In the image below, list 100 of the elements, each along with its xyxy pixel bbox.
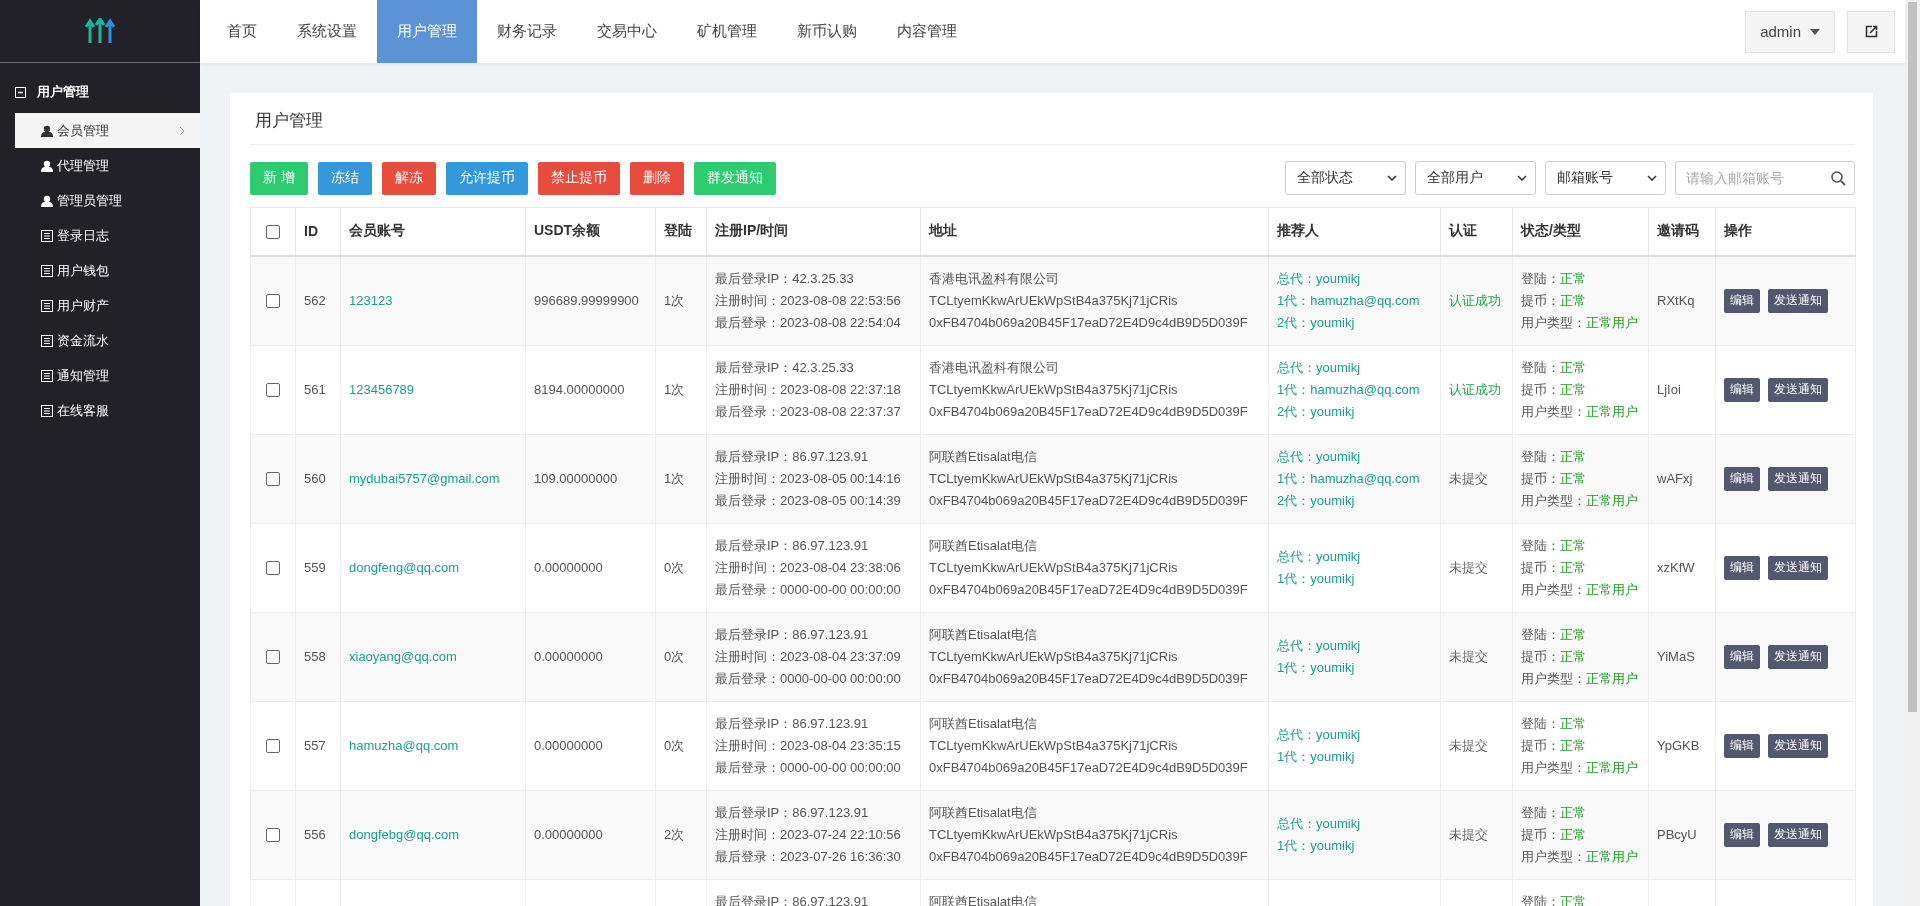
column-header: 地址 (929, 222, 957, 239)
status-value: 正常用户 (1586, 314, 1638, 330)
sidebar-group-header[interactable]: 用户管理 (0, 63, 200, 113)
status-label: 用户类型： (1521, 314, 1586, 330)
verification-status: 未提交 (1449, 737, 1488, 753)
filter-dropdown[interactable]: 全部用户 (1415, 161, 1536, 195)
action-button[interactable]: 删除 (629, 161, 684, 195)
address-line: 阿联酋Etisalat电信 (929, 803, 1038, 822)
sidebar-item[interactable]: 用户钱包 (15, 253, 200, 288)
referrer-line: 2代：youmikj (1277, 313, 1356, 332)
logout-button[interactable] (1847, 10, 1895, 53)
nav-tab[interactable]: 系统设置 (277, 0, 377, 63)
row-action-button[interactable]: 编辑 (1724, 377, 1760, 402)
referrer-line: 总代：youmikj (1277, 636, 1362, 655)
referrer-line: 总代：youmikj (1277, 725, 1362, 744)
checkbox[interactable] (266, 650, 280, 665)
sidebar-item[interactable]: 管理员管理 (15, 183, 200, 218)
referrer-line: 1代：youmikj (1277, 569, 1356, 588)
sidebar-item[interactable]: 登录日志 (15, 218, 200, 253)
status-label: 登陆： (1521, 448, 1560, 464)
sidebar-item[interactable]: 在线客服 (15, 393, 200, 428)
login-count: 0次 (664, 648, 685, 664)
checkbox[interactable] (266, 828, 280, 843)
row-action-button[interactable]: 编辑 (1724, 288, 1760, 313)
row-action-button[interactable]: 编辑 (1724, 733, 1760, 758)
sidebar-item[interactable]: 用户财产 (15, 288, 200, 323)
row-action-button[interactable]: 编辑 (1724, 466, 1760, 491)
status-label: 用户类型： (1521, 492, 1586, 508)
checkbox[interactable] (266, 294, 280, 309)
column-header: 操作 (1724, 222, 1752, 239)
list-icon (41, 264, 53, 277)
column-header: USDT余额 (534, 222, 601, 239)
nav-tab[interactable]: 财务记录 (477, 0, 577, 63)
sidebar-item[interactable]: 会员管理 (15, 113, 200, 148)
referrer-line: 2代：youmikj (1277, 402, 1356, 421)
filter-dropdown[interactable]: 邮箱账号 (1545, 161, 1666, 195)
user-menu-button[interactable]: admin (1745, 10, 1835, 53)
verification-status: 未提交 (1449, 826, 1488, 842)
nav-tab[interactable]: 首页 (207, 0, 277, 63)
status-value: 正常 (1560, 292, 1586, 308)
search-field[interactable]: 请输入邮箱账号 (1675, 161, 1855, 195)
address-line: 阿联酋Etisalat电信 (929, 625, 1038, 644)
chevron-icon (179, 125, 185, 136)
register-info-line: 注册时间：2023-08-04 23:38:06 (715, 558, 902, 577)
row-action-button[interactable]: 编辑 (1724, 644, 1760, 669)
nav-tab[interactable]: 新币认购 (777, 0, 877, 63)
sidebar-item[interactable]: 通知管理 (15, 358, 200, 393)
status-label: 用户类型： (1521, 670, 1586, 686)
status-label: 提币： (1521, 826, 1560, 842)
nav-tab[interactable]: 交易中心 (577, 0, 677, 63)
referrer-line: 1代：youmikj (1277, 658, 1356, 677)
address-line: TCLtyemKkwArUEkWpStB4a375Kj71jCRis (929, 647, 1179, 666)
verification-status: 未提交 (1449, 648, 1488, 664)
checkbox[interactable] (266, 472, 280, 487)
checkbox[interactable] (266, 739, 280, 754)
balance-text: 0.00000000 (534, 826, 603, 842)
row-action-button[interactable]: 发送通知 (1768, 644, 1828, 669)
column-header: ID (304, 223, 318, 240)
row-action-button[interactable]: 发送通知 (1768, 377, 1828, 402)
register-info-line: 最后登录IP：42.3.25.33 (715, 269, 855, 288)
row-action-button[interactable]: 编辑 (1724, 822, 1760, 847)
row-action-button[interactable]: 发送通知 (1768, 466, 1828, 491)
status-label: 登陆： (1521, 715, 1560, 731)
sidebar-item[interactable]: 资金流水 (15, 323, 200, 358)
invite-code: LjIoi (1657, 381, 1681, 397)
status-value: 正常 (1560, 826, 1586, 842)
column-header: 登陆 (664, 222, 692, 239)
row-action-button[interactable]: 发送通知 (1768, 822, 1828, 847)
checkbox[interactable] (266, 383, 280, 398)
register-info-line: 最后登录IP：86.97.123.91 (715, 714, 870, 733)
checkbox[interactable] (266, 561, 280, 576)
invite-code: YpGKB (1657, 737, 1700, 753)
action-button[interactable]: 禁止提币 (537, 161, 620, 195)
checkbox[interactable] (266, 225, 280, 240)
nav-tab[interactable]: 矿机管理 (677, 0, 777, 63)
row-action-button[interactable]: 发送通知 (1768, 288, 1828, 313)
address-line: TCLtyemKkwArUEkWpStB4a375Kj71jCRis (929, 558, 1179, 577)
status-label: 提币： (1521, 470, 1560, 486)
row-action-button[interactable]: 编辑 (1724, 555, 1760, 580)
status-label: 提币： (1521, 559, 1560, 575)
status-value: 正常 (1560, 626, 1586, 642)
scrollbar-thumb[interactable] (1908, 2, 1917, 712)
balance-text: 109.00000000 (534, 470, 618, 486)
sidebar-item[interactable]: 代理管理 (15, 148, 200, 183)
status-label: 提币： (1521, 292, 1560, 308)
balance-text: 0.00000000 (534, 737, 603, 753)
balance-text: 0.00000000 (534, 648, 603, 664)
filter-dropdown[interactable]: 全部状态 (1285, 161, 1406, 195)
referrer-line: 1代：hamuzha@qq.com (1277, 380, 1421, 399)
list-icon (41, 404, 53, 417)
action-button[interactable]: 解冻 (381, 161, 436, 195)
status-value: 正常 (1560, 737, 1586, 753)
scrollbar[interactable] (1905, 0, 1920, 906)
row-action-button[interactable]: 发送通知 (1768, 555, 1828, 580)
row-action-button[interactable]: 发送通知 (1768, 733, 1828, 758)
login-count: 0次 (664, 737, 685, 753)
status-value: 正常 (1560, 448, 1586, 464)
referrer-line: 总代：youmikj (1277, 547, 1362, 566)
caret-icon (1387, 175, 1397, 181)
nav-tab[interactable]: 内容管理 (877, 0, 977, 63)
